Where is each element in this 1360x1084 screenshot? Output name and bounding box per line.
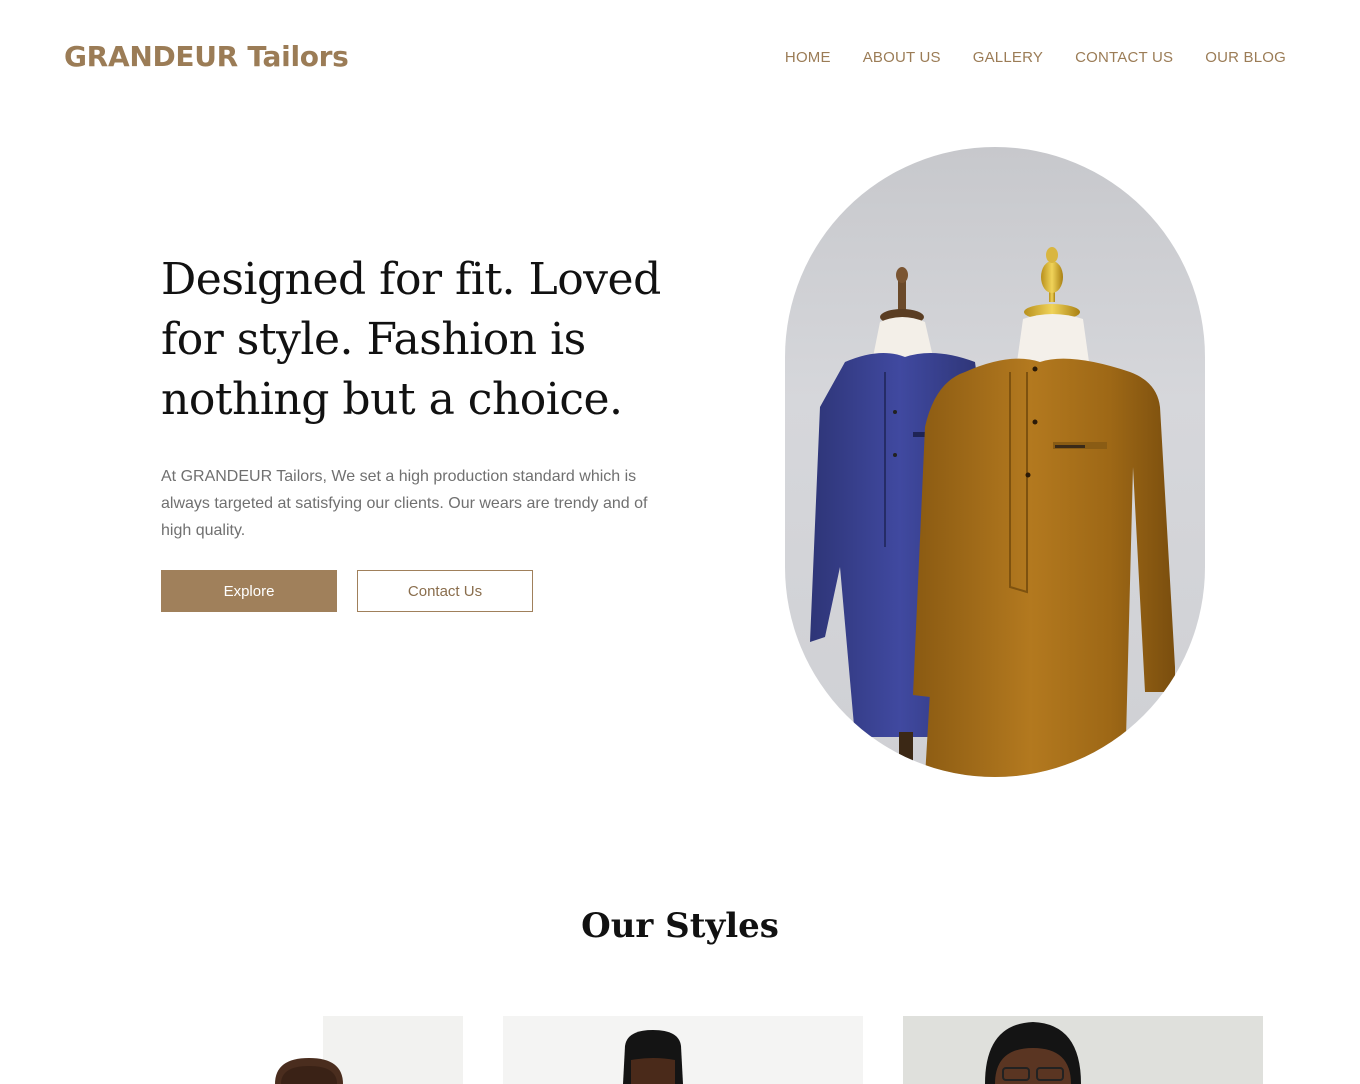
style-card-2[interactable] <box>503 1016 863 1084</box>
hero-buttons: Explore Contact Us <box>161 570 533 612</box>
nav-home[interactable]: HOME <box>785 49 831 66</box>
style-card-1[interactable] <box>103 1016 463 1084</box>
nav-our-blog[interactable]: OUR BLOG <box>1205 49 1286 66</box>
main-nav: HOME ABOUT US GALLERY CONTACT US OUR BLO… <box>785 49 1286 66</box>
brand-logo[interactable]: GRANDEUR Tailors <box>64 40 349 73</box>
hero-mannequins-image <box>785 147 1205 777</box>
contact-us-button[interactable]: Contact Us <box>357 570 533 612</box>
site-header: GRANDEUR Tailors HOME ABOUT US GALLERY C… <box>0 0 1360 116</box>
hero-section: Designed for fit. Loved for style. Fashi… <box>161 250 681 544</box>
explore-button[interactable]: Explore <box>161 570 337 612</box>
nav-about-us[interactable]: ABOUT US <box>863 49 941 66</box>
our-styles-heading: Our Styles <box>581 906 779 946</box>
hero-description: At GRANDEUR Tailors, We set a high produ… <box>161 468 648 539</box>
hero-title: Designed for fit. Loved for style. Fashi… <box>161 254 661 425</box>
nav-gallery[interactable]: GALLERY <box>973 49 1043 66</box>
style-card-3[interactable] <box>903 1016 1263 1084</box>
nav-contact-us[interactable]: CONTACT US <box>1075 49 1173 66</box>
